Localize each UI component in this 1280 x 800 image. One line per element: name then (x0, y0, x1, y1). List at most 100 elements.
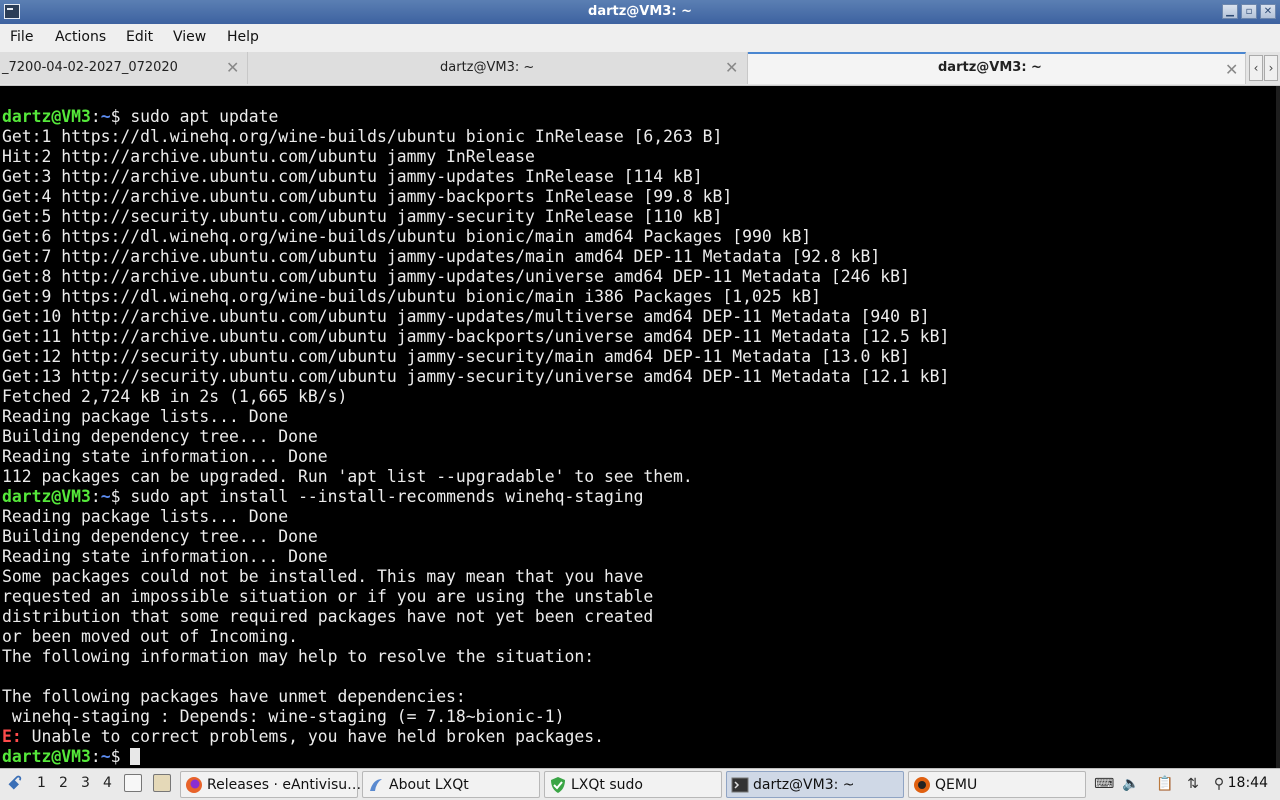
close-icon[interactable]: ✕ (226, 58, 239, 77)
output-line: Reading package lists... Done (2, 407, 289, 426)
tab-label: _7200-04-02-2027_072020 (2, 60, 178, 75)
keyboard-icon[interactable]: ⌨ (1094, 775, 1114, 793)
volume-icon[interactable]: 🔈 (1122, 775, 1140, 793)
close-icon[interactable]: ✕ (725, 58, 738, 77)
menu-help[interactable]: Help (227, 29, 259, 45)
task-about-lxqt[interactable]: About LXQt (362, 771, 540, 798)
prompt-separator: : (90, 487, 101, 506)
output-line: 112 packages can be upgraded. Run 'apt l… (2, 467, 693, 486)
output-line: Get:3 http://archive.ubuntu.com/ubuntu j… (2, 167, 703, 186)
task-lxqt-sudo[interactable]: LXQt sudo (544, 771, 722, 798)
tab-label: dartz@VM3: ~ (440, 60, 535, 75)
task-terminal[interactable]: dartz@VM3: ~ (726, 771, 904, 798)
clock[interactable]: 18:44 (1228, 775, 1268, 791)
menu-actions[interactable]: Actions (55, 29, 106, 45)
desktop-3[interactable]: 3 (81, 775, 90, 791)
tab-2[interactable]: dartz@VM3: ~ ✕ (248, 52, 748, 84)
output-line: Get:6 https://dl.winehq.org/wine-builds/… (2, 227, 812, 246)
prompt-separator: : (90, 747, 101, 766)
network-icon[interactable]: ⇅ (1184, 775, 1202, 793)
task-label: About LXQt (389, 777, 469, 793)
prompt-path: ~ (100, 747, 111, 766)
minimize-button[interactable]: ▁ (1222, 4, 1238, 19)
error-text: Unable to correct problems, you have hel… (21, 727, 604, 746)
taskbar: ꗃ 1 2 3 4 Releases · eAntivisu… About LX… (0, 768, 1280, 800)
firefox-icon (186, 777, 202, 793)
prompt-user: dartz@VM3 (2, 747, 91, 766)
window-title: dartz@VM3: ~ (588, 4, 692, 19)
close-icon[interactable]: ✕ (1225, 60, 1238, 79)
output-line: distribution that some required packages… (2, 607, 654, 626)
output-line: Fetched 2,724 kB in 2s (1,665 kB/s) (2, 387, 348, 406)
task-label: QEMU (935, 777, 978, 793)
menu-file[interactable]: File (10, 29, 33, 45)
tab-1[interactable]: _7200-04-02-2027_072020 ✕ (0, 52, 248, 84)
output-line: Get:12 http://security.ubuntu.com/ubuntu… (2, 347, 910, 366)
task-label: Releases · eAntivisu… (207, 777, 362, 793)
output-line: Reading package lists... Done (2, 507, 289, 526)
tab-label: dartz@VM3: ~ (938, 60, 1042, 75)
output-line: Get:5 http://security.ubuntu.com/ubuntu … (2, 207, 723, 226)
show-desktop-icon[interactable] (124, 774, 142, 792)
tab-scroll-right-icon[interactable]: › (1264, 55, 1278, 81)
menu-view[interactable]: View (173, 29, 206, 45)
clipboard-icon[interactable]: 📋 (1156, 775, 1174, 793)
tab-bar: _7200-04-02-2027_072020 ✕ dartz@VM3: ~ ✕… (0, 52, 1280, 86)
output-line: winehq-staging : Depends: wine-staging (… (2, 707, 565, 726)
output-line: Reading state information... Done (2, 547, 328, 566)
output-line: Building dependency tree... Done (2, 527, 318, 546)
output-line: Get:11 http://archive.ubuntu.com/ubuntu … (2, 327, 950, 346)
output-line: requested an impossible situation or if … (2, 587, 654, 606)
desktop-4[interactable]: 4 (103, 775, 112, 791)
desktop-1[interactable]: 1 (37, 775, 46, 791)
output-line: Get:9 https://dl.winehq.org/wine-builds/… (2, 287, 822, 306)
prompt-symbol: $ (110, 107, 131, 126)
prompt-symbol: $ (110, 747, 131, 766)
task-label: LXQt sudo (571, 777, 643, 793)
maximize-button[interactable]: ▫ (1241, 4, 1257, 19)
output-line: or been moved out of Incoming. (2, 627, 299, 646)
text-cursor (130, 748, 141, 765)
prompt-user: dartz@VM3 (2, 487, 91, 506)
terminal-icon (731, 777, 749, 793)
output-line: Get:1 https://dl.winehq.org/wine-builds/… (2, 127, 723, 146)
output-line: Reading state information... Done (2, 447, 328, 466)
output-line: Get:13 http://security.ubuntu.com/ubuntu… (2, 367, 950, 386)
task-qemu[interactable]: QEMU (908, 771, 1086, 798)
prompt-path: ~ (100, 487, 111, 506)
search-icon[interactable]: ⚲ (1210, 775, 1228, 793)
lxqt-icon (370, 779, 382, 791)
desktop-2[interactable]: 2 (59, 775, 68, 791)
prompt-separator: : (90, 107, 101, 126)
prompt-line: dartz@VM3:~$ sudo apt install --install-… (2, 487, 949, 507)
qemu-icon (914, 777, 930, 793)
terminal-view[interactable]: dartz@VM3:~$ sudo apt update Get:1 https:… (0, 86, 1280, 768)
command-text: sudo apt update (130, 107, 279, 126)
terminal-output: dartz@VM3:~$ sudo apt update Get:1 https:… (2, 107, 949, 767)
output-line: Hit:2 http://archive.ubuntu.com/ubuntu j… (2, 147, 535, 166)
prompt-user: dartz@VM3 (2, 107, 91, 126)
error-line: E: Unable to correct problems, you have … (2, 727, 949, 747)
shield-icon (551, 777, 565, 793)
main-menu-icon[interactable]: ꗃ (4, 773, 26, 795)
output-line: Get:7 http://archive.ubuntu.com/ubuntu j… (2, 247, 881, 266)
output-line: Get:8 http://archive.ubuntu.com/ubuntu j… (2, 267, 910, 286)
prompt-path: ~ (100, 107, 111, 126)
output-line: Get:10 http://archive.ubuntu.com/ubuntu … (2, 307, 930, 326)
output-line: The following packages have unmet depend… (2, 687, 466, 706)
output-line: Some packages could not be installed. Th… (2, 567, 644, 586)
output-line: The following information may help to re… (2, 647, 595, 666)
task-firefox[interactable]: Releases · eAntivisu… (180, 771, 362, 798)
window-titlebar[interactable]: dartz@VM3: ~ ▁ ▫ ✕ (0, 0, 1280, 24)
file-manager-icon[interactable] (153, 774, 171, 792)
menu-edit[interactable]: Edit (126, 29, 153, 45)
prompt-line: dartz@VM3:~$ (2, 747, 949, 767)
tab-scroll-left-icon[interactable]: ‹ (1249, 55, 1263, 81)
output-line: Building dependency tree... Done (2, 427, 318, 446)
close-button[interactable]: ✕ (1260, 4, 1276, 19)
error-prefix: E: (2, 727, 22, 746)
tab-3-active[interactable]: dartz@VM3: ~ ✕ (748, 52, 1246, 84)
terminal-scrollbar[interactable] (1276, 86, 1280, 768)
menu-bar: File Actions Edit View Help (0, 24, 1280, 52)
